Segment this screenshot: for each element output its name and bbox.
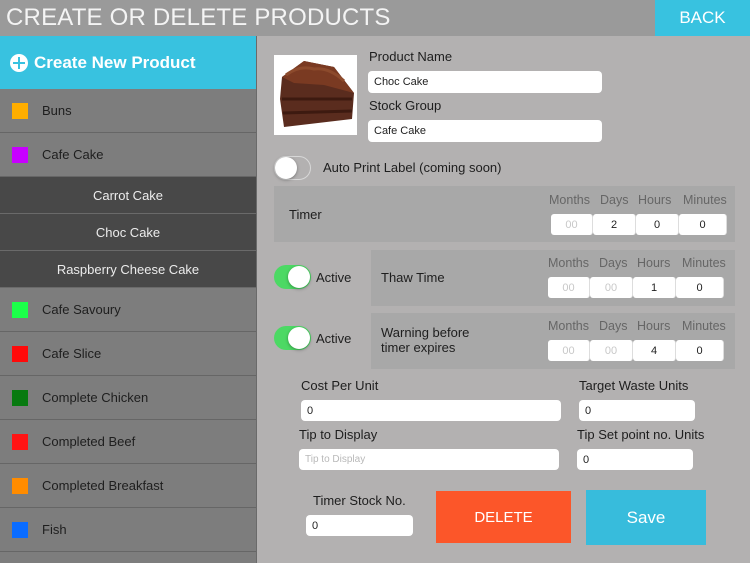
cost-per-unit-input[interactable]: 0 [301, 400, 561, 421]
timer-panel: Timer Months Days Hours Minutes 00 2 0 0 [274, 186, 735, 242]
unit-label-days: Days [600, 193, 629, 207]
group-color-swatch [12, 102, 28, 119]
group-label: Cafe Cake [42, 147, 104, 162]
create-new-product-button[interactable]: Create New Product [0, 36, 256, 89]
cake-slice-icon [280, 61, 354, 127]
stock-group-input[interactable]: Cafe Cake [368, 120, 602, 142]
unit-label-months: Months [548, 319, 589, 333]
create-new-product-label: Create New Product [34, 52, 196, 72]
group-color-swatch [12, 345, 28, 362]
sidebar-group-cafe-savoury[interactable]: Cafe Savoury [0, 288, 256, 332]
timer-hours-input[interactable]: 0 [636, 214, 679, 235]
unit-label-hours: Hours [637, 256, 671, 270]
sidebar-group-buns[interactable]: Buns [0, 89, 256, 133]
target-waste-units-label: Target Waste Units [579, 378, 689, 393]
group-color-swatch [12, 301, 28, 318]
auto-print-toggle[interactable] [274, 156, 311, 180]
warning-active-toggle[interactable] [274, 326, 311, 350]
stock-group-label: Stock Group [369, 98, 442, 113]
cost-per-unit-label: Cost Per Unit [301, 378, 379, 393]
product-image[interactable] [274, 55, 357, 135]
group-label: Completed Breakfast [42, 478, 164, 493]
sidebar-group-completed-breakfast[interactable]: Completed Breakfast [0, 464, 256, 508]
sidebar-group-complete-chicken[interactable]: Complete Chicken [0, 376, 256, 420]
delete-button[interactable]: DELETE [436, 491, 571, 543]
toggle-knob [288, 327, 310, 349]
tip-set-point-label: Tip Set point no. Units [577, 427, 705, 442]
stock-group-sidebar: Create New Product Buns Cafe Cake Carrot… [0, 36, 257, 563]
tip-to-display-label: Tip to Display [299, 427, 378, 442]
unit-label-months: Months [548, 256, 589, 270]
warning-days-input[interactable]: 00 [590, 340, 633, 361]
group-label: Complete Chicken [42, 390, 149, 405]
thaw-months-input[interactable]: 00 [548, 277, 590, 298]
timer-label: Timer [289, 207, 322, 222]
timer-stock-no-input[interactable]: 0 [306, 515, 413, 536]
thaw-active-label: Active [316, 270, 352, 285]
unit-label-minutes: Minutes [682, 319, 726, 333]
unit-label-hours: Hours [637, 319, 671, 333]
timer-minutes-input[interactable]: 0 [679, 214, 727, 235]
back-button[interactable]: BACK [655, 0, 750, 36]
unit-label-days: Days [599, 319, 628, 333]
save-button[interactable]: Save [586, 490, 706, 545]
unit-label-minutes: Minutes [683, 193, 727, 207]
product-name-input[interactable]: Choc Cake [368, 71, 602, 93]
warning-panel: Warning before timer expires Months Days… [371, 313, 735, 369]
group-label: Fish [42, 522, 67, 537]
tip-set-point-input[interactable]: 0 [577, 449, 693, 470]
product-editor: Product Name Choc Cake Stock Group Cafe … [257, 36, 750, 563]
group-color-swatch [12, 477, 28, 494]
group-label: Cafe Slice [42, 346, 102, 361]
product-name-label: Product Name [369, 49, 453, 64]
page-title: CREATE OR DELETE PRODUCTS [6, 4, 391, 31]
warning-active-label: Active [316, 331, 352, 346]
warning-label-line2: timer expires [381, 340, 456, 355]
plus-circle-icon [10, 53, 28, 72]
thaw-time-panel: Thaw Time Months Days Hours Minutes 00 0… [371, 250, 735, 306]
sidebar-group-cafe-cake[interactable]: Cafe Cake [0, 133, 256, 177]
group-color-swatch [12, 433, 28, 450]
toggle-knob [288, 266, 310, 288]
sidebar-group-completed-beef[interactable]: Completed Beef [0, 420, 256, 464]
toggle-knob [275, 157, 297, 179]
group-color-swatch [12, 146, 28, 163]
group-color-swatch [12, 521, 28, 538]
header-bar: CREATE OR DELETE PRODUCTS BACK [0, 0, 750, 36]
thaw-hours-input[interactable]: 1 [633, 277, 676, 298]
timer-months-input[interactable]: 00 [551, 214, 593, 235]
thaw-minutes-input[interactable]: 0 [676, 277, 724, 298]
warning-label-line1: Warning before [381, 325, 470, 340]
group-label: Buns [42, 103, 72, 118]
unit-label-days: Days [599, 256, 628, 270]
warning-months-input[interactable]: 00 [548, 340, 590, 361]
tip-to-display-input[interactable]: Tip to Display [299, 449, 559, 470]
product-item-carrot-cake[interactable]: Carrot Cake [0, 177, 256, 214]
group-label: Cafe Savoury [42, 302, 121, 317]
product-item-raspberry-cheese-cake[interactable]: Raspberry Cheese Cake [0, 251, 256, 288]
timer-days-input[interactable]: 2 [593, 214, 636, 235]
auto-print-label: Auto Print Label (coming soon) [323, 160, 502, 175]
thaw-time-label: Thaw Time [381, 270, 445, 285]
warning-minutes-input[interactable]: 0 [676, 340, 724, 361]
group-label: Completed Beef [42, 434, 136, 449]
sidebar-group-cafe-slice[interactable]: Cafe Slice [0, 332, 256, 376]
timer-stock-no-label: Timer Stock No. [313, 493, 406, 508]
thaw-days-input[interactable]: 00 [590, 277, 633, 298]
warning-hours-input[interactable]: 4 [633, 340, 676, 361]
group-color-swatch [12, 389, 28, 406]
unit-label-minutes: Minutes [682, 256, 726, 270]
unit-label-months: Months [549, 193, 590, 207]
product-item-choc-cake[interactable]: Choc Cake [0, 214, 256, 251]
thaw-active-toggle[interactable] [274, 265, 311, 289]
sidebar-group-fish[interactable]: Fish [0, 508, 256, 552]
target-waste-units-input[interactable]: 0 [579, 400, 695, 421]
unit-label-hours: Hours [638, 193, 672, 207]
